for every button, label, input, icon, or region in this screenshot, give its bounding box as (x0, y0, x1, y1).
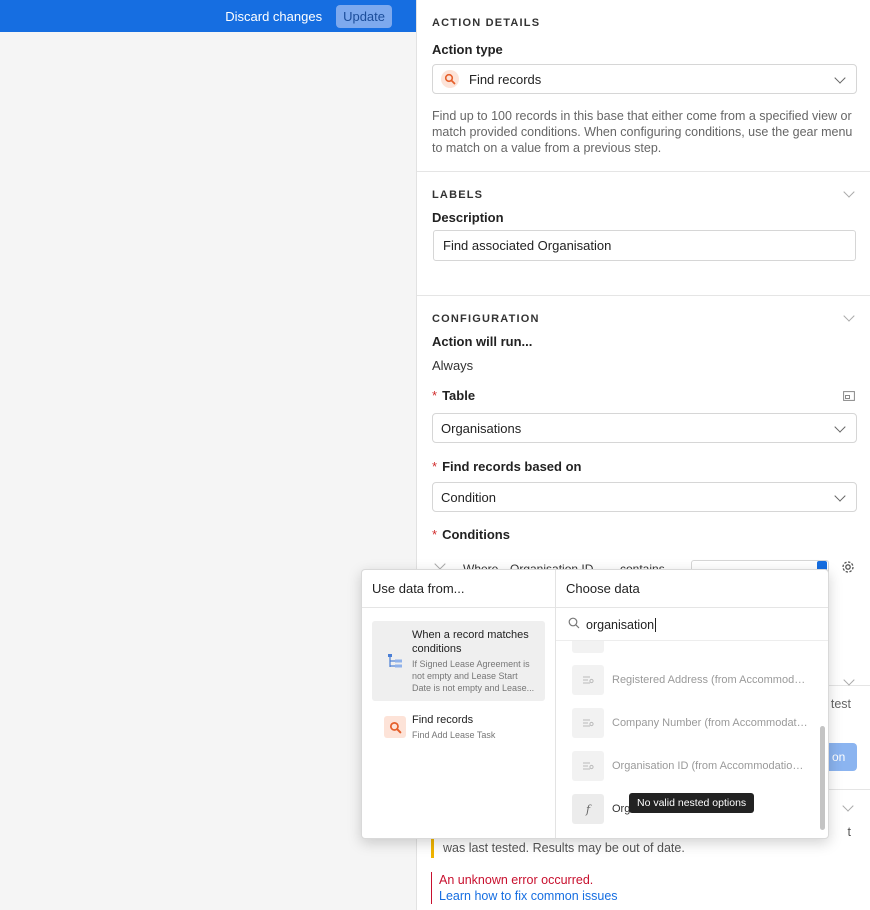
required-marker: * (432, 388, 438, 403)
warning-text: was last tested. Results may be out of d… (443, 841, 685, 855)
data-item-registered-address[interactable]: Registered Address (from Accommodation..… (572, 663, 812, 697)
section-title: CONFIGURATION (432, 313, 540, 325)
conditions-label: * Conditions (432, 527, 510, 542)
data-item-organisation-id[interactable]: Organisation ID (from Accommodation ... (572, 749, 812, 783)
top-action-bar: Discard changes Update (0, 0, 416, 32)
description-input[interactable]: Find associated Organisation (433, 230, 856, 261)
choose-data-header: Choose data (556, 570, 828, 608)
chevron-down-icon[interactable] (842, 800, 854, 812)
text-caret (655, 617, 657, 632)
error-message: An unknown error occurred. (439, 873, 594, 887)
update-button[interactable]: Update (336, 4, 392, 28)
test-description-text: test (830, 697, 851, 711)
tooltip: No valid nested options (629, 793, 755, 813)
chevron-down-icon[interactable] (843, 310, 855, 322)
data-source-header: Use data from... (362, 570, 555, 608)
chevron-down-icon (834, 72, 846, 84)
search-icon (441, 70, 459, 88)
chevron-down-icon[interactable] (843, 186, 855, 198)
scrollbar[interactable] (820, 726, 825, 830)
formula-field-icon: f (572, 794, 604, 824)
lookup-field-icon (572, 665, 604, 695)
error-bar (431, 872, 432, 904)
trigger-tree-icon (384, 650, 406, 672)
action-type-value: Find records (469, 71, 542, 87)
description-label: Description (432, 210, 504, 225)
lookup-field-icon (572, 751, 604, 781)
table-value: Organisations (441, 420, 522, 436)
action-type-label: Action type (432, 42, 503, 57)
chevron-down-icon (834, 421, 846, 433)
search-icon (568, 617, 580, 632)
chevron-down-icon (834, 490, 846, 502)
data-picker-popup: Use data from... When a record matches c… (361, 569, 829, 839)
data-item-label: Registered Address (from Accommodation..… (612, 674, 808, 686)
required-marker: * (432, 459, 438, 474)
source-item-trigger[interactable]: When a record matches conditions If Sign… (372, 621, 545, 701)
action-details-section: ACTION DETAILS Action type Find records … (417, 0, 870, 172)
section-title: LABELS (432, 189, 484, 201)
discard-changes-button[interactable]: Discard changes (225, 9, 322, 24)
source-subtitle: Find Add Lease Task (412, 730, 496, 740)
data-item-label: Company Number (from Accommodation... (612, 717, 808, 729)
canvas-pane: Discard changes Update (0, 0, 416, 910)
find-based-label: * Find records based on (432, 459, 582, 474)
will-run-value[interactable]: Always (432, 358, 473, 373)
field-type-icon (572, 641, 604, 653)
table-label: * Table (432, 388, 476, 403)
will-run-label: Action will run... (432, 334, 533, 349)
warning-text-partial: t (847, 825, 851, 839)
help-link[interactable]: Learn how to fix common issues (439, 889, 618, 903)
search-icon (384, 716, 406, 738)
search-value: organisation (586, 617, 655, 632)
data-item-company-number[interactable]: Company Number (from Accommodation... (572, 706, 812, 740)
action-description: Find up to 100 records in this base that… (432, 109, 853, 155)
source-title: Find records (412, 714, 474, 726)
required-marker: * (432, 527, 438, 542)
source-subtitle: If Signed Lease Agreement is not empty a… (412, 659, 535, 693)
expand-icon[interactable] (843, 389, 855, 404)
source-title: When a record matches conditions (412, 629, 529, 655)
find-based-select[interactable]: Condition (432, 482, 857, 512)
action-type-select[interactable]: Find records (432, 64, 857, 94)
section-title: ACTION DETAILS (432, 17, 541, 29)
data-search-input[interactable]: organisation (556, 609, 828, 641)
source-item-find-records[interactable]: Find records Find Add Lease Task (372, 706, 545, 748)
test-action-button[interactable]: on (829, 743, 857, 771)
find-based-value: Condition (441, 489, 496, 505)
data-source-pane: Use data from... When a record matches c… (362, 570, 556, 838)
data-item-label: Organisation ID (from Accommodation ... (612, 760, 808, 772)
table-select[interactable]: Organisations (432, 413, 857, 443)
gear-icon[interactable] (841, 560, 855, 577)
lookup-field-icon (572, 708, 604, 738)
labels-section: LABELS Description Find associated Organ… (417, 172, 870, 296)
